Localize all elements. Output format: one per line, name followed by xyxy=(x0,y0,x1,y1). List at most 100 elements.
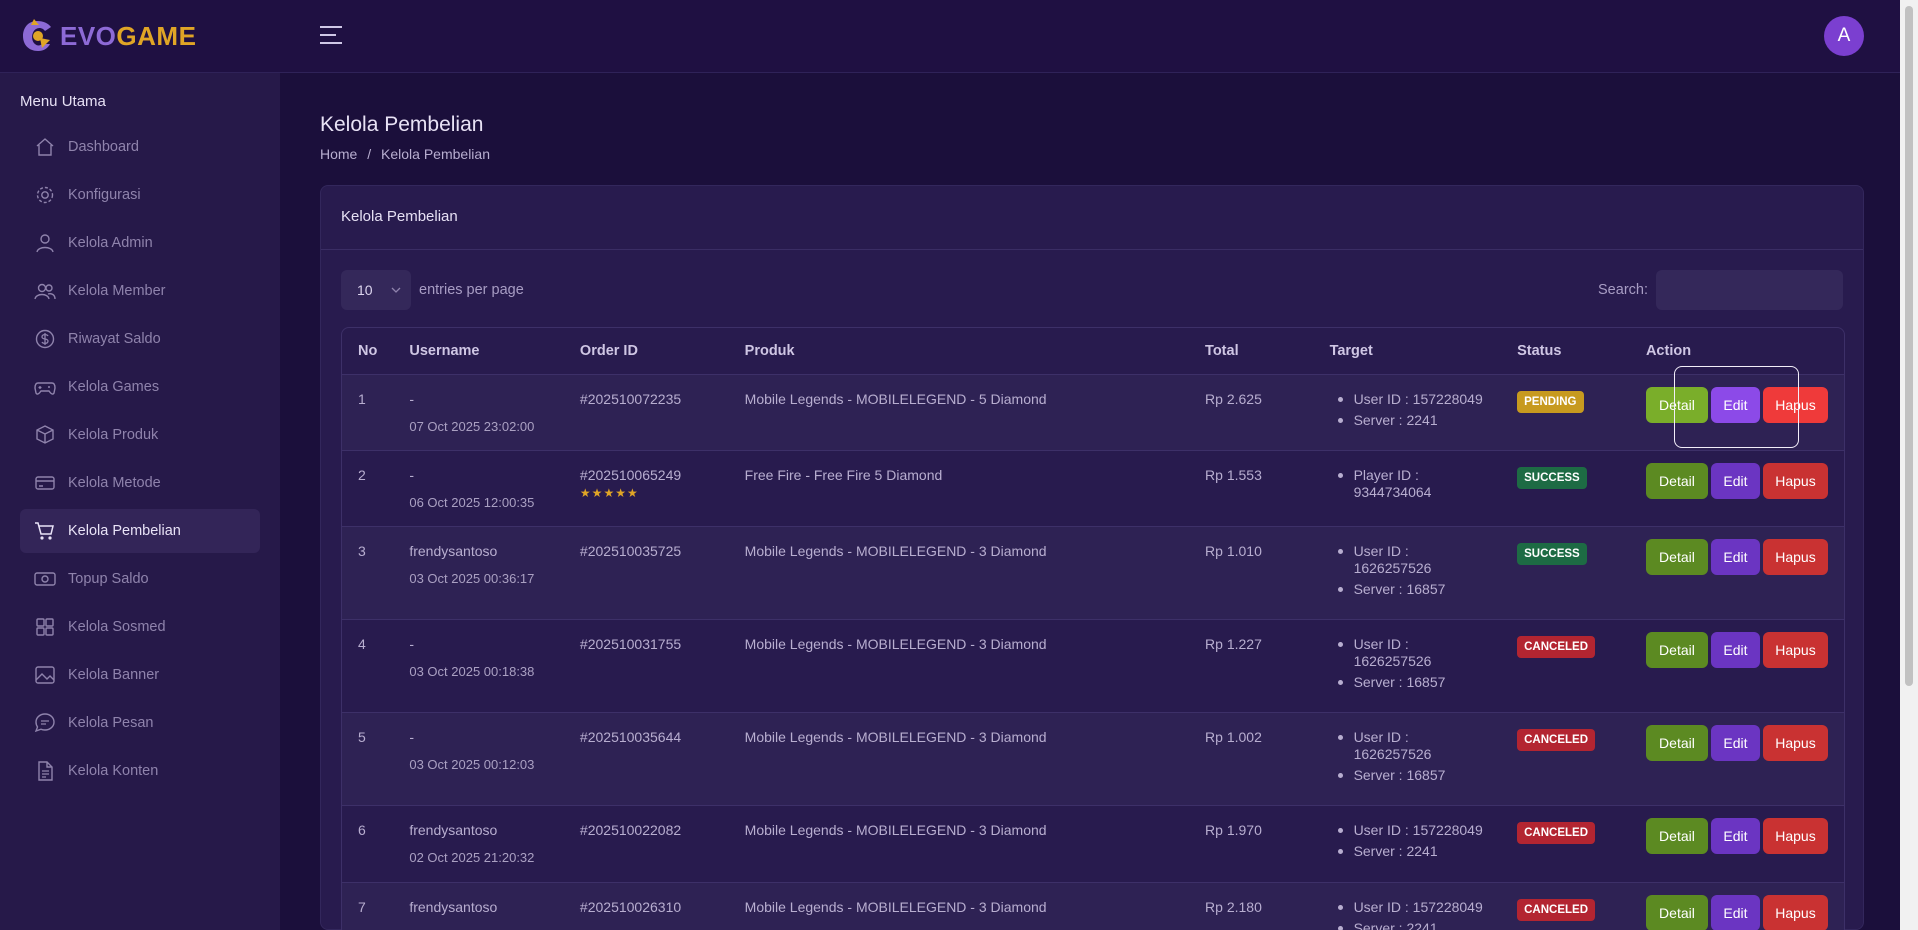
target-item: Server : 2241 xyxy=(1330,843,1486,860)
edit-button[interactable]: Edit xyxy=(1710,894,1760,930)
column-header-username[interactable]: Username xyxy=(393,328,564,375)
detail-button[interactable]: Detail xyxy=(1645,538,1708,575)
delete-button[interactable]: Hapus xyxy=(1762,386,1828,423)
sidebar-item-kelola-sosmed[interactable]: Kelola Sosmed xyxy=(20,605,260,649)
edit-button[interactable]: Edit xyxy=(1710,386,1760,423)
cell-status: CANCELED xyxy=(1501,619,1630,713)
edit-button[interactable]: Edit xyxy=(1710,724,1760,761)
cell-order-id: #202510035644 xyxy=(563,712,729,806)
sidebar-item-kelola-produk[interactable]: Kelola Produk xyxy=(20,413,260,457)
detail-button[interactable]: Detail xyxy=(1645,462,1708,499)
sidebar-item-kelola-pesan[interactable]: Kelola Pesan xyxy=(20,701,260,745)
cell-order-id: #202510035725 xyxy=(563,526,729,620)
order-id: #202510035725 xyxy=(579,542,682,559)
cell-username: - 03 Oct 2025 00:18:38 xyxy=(393,619,564,713)
delete-button[interactable]: Hapus xyxy=(1762,817,1828,854)
sidebar-item-label: Riwayat Saldo xyxy=(68,331,161,347)
gamepad-icon xyxy=(34,382,56,395)
hamburger-menu-icon[interactable] xyxy=(320,26,342,46)
edit-button[interactable]: Edit xyxy=(1710,817,1760,854)
grid-icon xyxy=(36,618,54,636)
column-header-no[interactable]: No xyxy=(342,328,394,375)
cell-no: 5 xyxy=(342,712,394,806)
target-item: User ID : 1626257526 xyxy=(1330,543,1486,577)
order-id: #202510065249 xyxy=(579,466,682,483)
username: - xyxy=(409,635,415,652)
cell-target: User ID : 1626257526 Server : 16857 xyxy=(1313,526,1502,620)
sidebar-item-label: Kelola Games xyxy=(68,379,160,395)
detail-button[interactable]: Detail xyxy=(1645,724,1708,761)
cell-target: Player ID : 9344734064 xyxy=(1313,450,1502,527)
cell-product: Mobile Legends - MOBILELEGEND - 5 Diamon… xyxy=(728,374,1190,451)
breadcrumb-home[interactable]: Home xyxy=(320,146,357,162)
sidebar-item-kelola-banner[interactable]: Kelola Banner xyxy=(20,653,260,697)
column-header-produk[interactable]: Produk xyxy=(728,328,1190,375)
cell-actions: Detail Edit Hapus xyxy=(1629,619,1844,713)
target-item: Server : 16857 xyxy=(1330,767,1486,784)
sidebar-item-label: Topup Saldo xyxy=(68,571,149,587)
delete-button[interactable]: Hapus xyxy=(1762,538,1828,575)
sidebar-item-kelola-konten[interactable]: Kelola Konten xyxy=(20,749,260,793)
user-avatar[interactable]: A xyxy=(1824,16,1864,56)
edit-button[interactable]: Edit xyxy=(1710,538,1760,575)
column-header-status[interactable]: Status xyxy=(1501,328,1630,375)
target-item: User ID : 157228049 xyxy=(1330,822,1486,839)
username: frendysantoso xyxy=(409,821,498,838)
cell-target: User ID : 1626257526 Server : 16857 xyxy=(1313,619,1502,713)
username: - xyxy=(409,466,415,483)
search-input[interactable] xyxy=(1656,270,1843,310)
column-header-total[interactable]: Total xyxy=(1189,328,1314,375)
cell-actions: Detail Edit Hapus xyxy=(1629,374,1844,451)
cell-target: User ID : 1626257526 Server : 16857 xyxy=(1313,712,1502,806)
page-scrollbar[interactable] xyxy=(1900,0,1918,930)
image-icon xyxy=(35,666,55,684)
target-item: User ID : 157228049 xyxy=(1330,391,1486,408)
sidebar-item-kelola-metode[interactable]: Kelola Metode xyxy=(20,461,260,505)
cell-status: CANCELED xyxy=(1501,882,1630,930)
scrollbar-thumb[interactable] xyxy=(1905,6,1913,686)
delete-button[interactable]: Hapus xyxy=(1762,724,1828,761)
target-item: Server : 2241 xyxy=(1330,412,1486,429)
cell-username: frendysantoso 03 Oct 2025 00:36:17 xyxy=(393,526,564,620)
sidebar-item-kelola-member[interactable]: Kelola Member xyxy=(20,269,260,313)
chevron-down-icon xyxy=(391,287,401,293)
detail-button[interactable]: Detail xyxy=(1645,386,1708,423)
sidebar-item-label: Dashboard xyxy=(68,139,139,155)
cell-actions: Detail Edit Hapus xyxy=(1629,882,1844,930)
edit-button[interactable]: Edit xyxy=(1710,631,1760,668)
delete-button[interactable]: Hapus xyxy=(1762,631,1828,668)
top-bar: EVOGAME A xyxy=(0,0,1900,73)
cell-total: Rp 1.010 xyxy=(1189,526,1314,620)
cell-no: 3 xyxy=(342,526,394,620)
cell-no: 6 xyxy=(342,805,394,883)
column-header-action[interactable]: Action xyxy=(1629,328,1844,375)
order-date: 06 Oct 2025 12:00:35 xyxy=(409,494,535,510)
target-item: User ID : 1626257526 xyxy=(1330,636,1486,670)
column-header-target[interactable]: Target xyxy=(1313,328,1502,375)
cell-no: 2 xyxy=(342,450,394,527)
sidebar-item-konfigurasi[interactable]: Konfigurasi xyxy=(20,173,260,217)
order-date: 02 Oct 2025 09:40:16 xyxy=(409,927,548,930)
breadcrumb-separator: / xyxy=(367,146,372,162)
entries-control: 10 entries per page xyxy=(341,270,524,310)
sidebar-item-riwayat-saldo[interactable]: Riwayat Saldo xyxy=(20,317,260,361)
sidebar-item-kelola-pembelian[interactable]: Kelola Pembelian xyxy=(20,509,260,553)
delete-button[interactable]: Hapus xyxy=(1762,462,1828,499)
sidebar-item-kelola-admin[interactable]: Kelola Admin xyxy=(20,221,260,265)
username: - xyxy=(409,728,415,745)
username: - xyxy=(409,390,415,407)
entries-select[interactable]: 10 xyxy=(341,270,411,310)
detail-button[interactable]: Detail xyxy=(1645,631,1708,668)
target-item: Server : 16857 xyxy=(1330,581,1486,598)
column-header-order-id[interactable]: Order ID xyxy=(563,328,729,375)
sidebar-item-topup-saldo[interactable]: Topup Saldo xyxy=(20,557,260,601)
delete-button[interactable]: Hapus xyxy=(1762,894,1828,930)
detail-button[interactable]: Detail xyxy=(1645,894,1708,930)
target-item: User ID : 157228049 xyxy=(1330,899,1486,916)
detail-button[interactable]: Detail xyxy=(1645,817,1708,854)
sidebar-item-kelola-games[interactable]: Kelola Games xyxy=(20,365,260,409)
sidebar-item-label: Konfigurasi xyxy=(68,187,141,203)
sidebar-item-dashboard[interactable]: Dashboard xyxy=(20,125,260,169)
edit-button[interactable]: Edit xyxy=(1710,462,1760,499)
brand-logo[interactable]: EVOGAME xyxy=(20,18,196,54)
